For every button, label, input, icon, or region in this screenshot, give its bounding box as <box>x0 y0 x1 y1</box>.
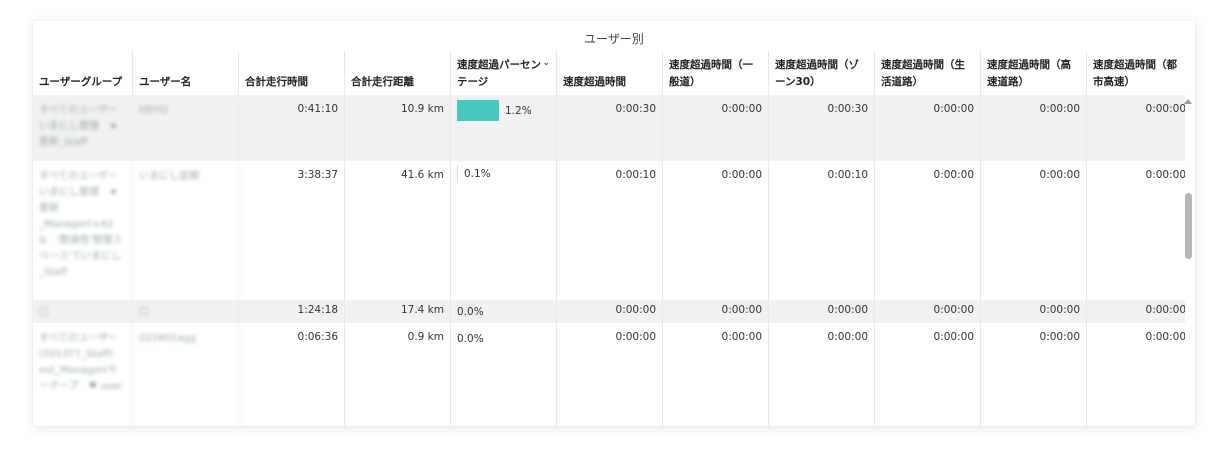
user-name-cell: □ <box>133 300 239 323</box>
table-row[interactable]: すべてのユーザー いまにし管理 ★更新_Staff KEIYO 0:41:10 … <box>33 95 1185 161</box>
column-header-user-name[interactable]: ユーザー名 <box>133 51 239 95</box>
column-header-user-group[interactable]: ユーザーグループ <box>33 51 133 95</box>
report-title: ユーザー別 <box>584 32 644 46</box>
column-header-drive-time[interactable]: 合計走行時間 <box>239 51 345 95</box>
column-header-residential[interactable]: 速度超過時間（生活道路） <box>875 51 981 95</box>
column-header-distance[interactable]: 合計走行距離 <box>345 51 451 95</box>
report-card: ユーザー別 ユーザーグループ ユーザー名 合計走行時間 合計走行距離 速度超過パ… <box>33 21 1195 426</box>
speeding-time-cell: 0:00:00 <box>557 300 663 323</box>
scroll-up-arrow-icon[interactable] <box>1184 99 1192 104</box>
user-group-cell: □ <box>33 300 133 323</box>
chevron-down-icon[interactable]: ⌄ <box>542 57 550 90</box>
zone30-cell: 0:00:30 <box>769 95 875 161</box>
vertical-scrollbar[interactable] <box>1184 95 1193 426</box>
user-group-cell: すべてのユーザー (2013T7_Staff) ext_Manager(サーグー… <box>33 323 133 426</box>
expressway-cell: 0:00:00 <box>981 95 1087 161</box>
speeding-pct-cell: 0.0% <box>451 323 557 426</box>
scrollbar-thumb[interactable] <box>1185 193 1192 259</box>
table-row[interactable]: すべてのユーザー いまにし管理 ★更新 _Manager(×A2 & '数値性'… <box>33 161 1185 300</box>
distance-cell: 41.6 km <box>345 161 451 300</box>
residential-cell: 0:00:00 <box>875 161 981 300</box>
table-row[interactable]: □ □ 1:24:18 17.4 km 0.0% 0:00:00 0:00:00… <box>33 300 1185 323</box>
expressway-cell: 0:00:00 <box>981 161 1087 300</box>
user-group-cell: すべてのユーザー いまにし管理 ★更新_Staff <box>33 95 133 161</box>
column-header-general-road[interactable]: 速度超過時間（一般道） <box>663 51 769 95</box>
column-header-speeding-pct[interactable]: 速度超過パーセンテージ ⌄ <box>451 51 557 95</box>
user-group-cell: すべてのユーザー いまにし管理 ★更新 _Manager(×A2 & '数値性'… <box>33 161 133 300</box>
speeding-pct-cell: 0.1% <box>451 161 557 300</box>
column-header-zone30[interactable]: 速度超過時間（ゾーン30） <box>769 51 875 95</box>
expressway-cell: 0:00:00 <box>981 323 1087 426</box>
residential-cell: 0:00:00 <box>875 95 981 161</box>
user-name-cell: いまにし定期 <box>133 161 239 300</box>
column-header-speeding-time[interactable]: 速度超過時間 <box>557 51 663 95</box>
user-name-cell: KEIYO <box>133 95 239 161</box>
speeding-pct-cell: 1.2% <box>451 95 557 161</box>
drive-time-cell: 0:06:36 <box>239 323 345 426</box>
residential-cell: 0:00:00 <box>875 323 981 426</box>
general-road-cell: 0:00:00 <box>663 161 769 300</box>
drive-time-cell: 1:24:18 <box>239 300 345 323</box>
zone30-cell: 0:00:00 <box>769 323 875 426</box>
distance-cell: 0.9 km <box>345 323 451 426</box>
general-road-cell: 0:00:00 <box>663 300 769 323</box>
speeding-time-cell: 0:00:10 <box>557 161 663 300</box>
table-row[interactable]: すべてのユーザー (2013T7_Staff) ext_Manager(サーグー… <box>33 323 1185 426</box>
expressway-cell: 0:00:00 <box>981 300 1087 323</box>
drive-time-cell: 0:41:10 <box>239 95 345 161</box>
table-header: ユーザーグループ ユーザー名 合計走行時間 合計走行距離 速度超過パーセンテージ… <box>33 51 1185 96</box>
speeding-time-cell: 0:00:30 <box>557 95 663 161</box>
column-header-urban-expressway[interactable]: 速度超過時間（都市高速） <box>1087 51 1185 95</box>
column-header-expressway[interactable]: 速度超過時間（高速道路） <box>981 51 1087 95</box>
urban-expressway-cell: 0:00:00 <box>1087 161 1185 300</box>
zone30-cell: 0:00:10 <box>769 161 875 300</box>
speeding-pct-bar <box>457 100 499 121</box>
speeding-time-cell: 0:00:00 <box>557 323 663 426</box>
general-road-cell: 0:00:00 <box>663 95 769 161</box>
distance-cell: 17.4 km <box>345 300 451 323</box>
residential-cell: 0:00:00 <box>875 300 981 323</box>
speeding-pct-bar <box>457 165 458 183</box>
urban-expressway-cell: 0:00:00 <box>1087 323 1185 426</box>
drive-time-cell: 3:38:37 <box>239 161 345 300</box>
urban-expressway-cell: 0:00:00 <box>1087 95 1185 161</box>
distance-cell: 10.9 km <box>345 95 451 161</box>
speeding-pct-cell: 0.0% <box>451 300 557 323</box>
urban-expressway-cell: 0:00:00 <box>1087 300 1185 323</box>
report-table: ユーザーグループ ユーザー名 合計走行時間 合計走行距離 速度超過パーセンテージ… <box>33 51 1185 426</box>
general-road-cell: 0:00:00 <box>663 323 769 426</box>
user-name-cell: 022801agg <box>133 323 239 426</box>
zone30-cell: 0:00:00 <box>769 300 875 323</box>
